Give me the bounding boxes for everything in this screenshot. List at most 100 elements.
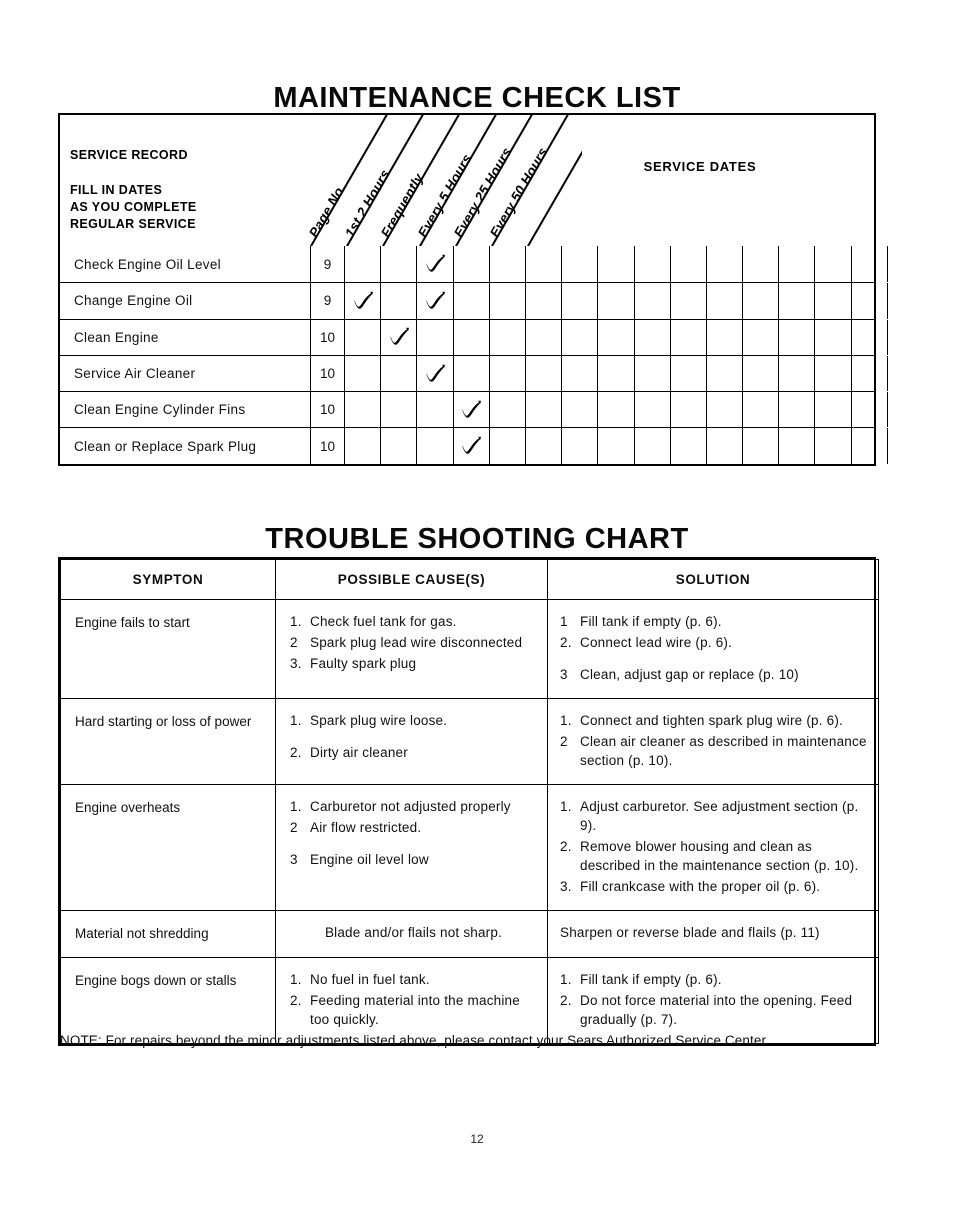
service-date-cell[interactable] xyxy=(814,428,850,464)
service-date-cell[interactable] xyxy=(524,428,561,464)
service-date-cell[interactable] xyxy=(633,246,670,283)
service-date-cell[interactable] xyxy=(886,319,923,355)
service-date-cell[interactable] xyxy=(597,355,633,392)
cause-number: 1. xyxy=(290,799,302,814)
service-date-cell[interactable] xyxy=(561,283,597,319)
schedule-cell[interactable] xyxy=(488,355,525,392)
service-date-cell[interactable] xyxy=(597,428,633,464)
schedule-cell[interactable] xyxy=(344,428,380,464)
service-date-cell[interactable] xyxy=(524,246,561,283)
solution-cell: 1. Fill tank if empty (p. 6). 2. Do not for… xyxy=(547,957,879,1044)
schedule-cell[interactable] xyxy=(380,428,416,464)
service-date-cell[interactable] xyxy=(633,355,670,392)
service-date-cell[interactable] xyxy=(850,392,887,428)
service-date-cell[interactable] xyxy=(705,355,742,392)
service-date-cell[interactable] xyxy=(886,283,923,319)
service-date-cell[interactable] xyxy=(597,392,633,428)
service-date-cell[interactable] xyxy=(778,392,814,428)
service-date-cell[interactable] xyxy=(669,283,706,319)
service-date-cell[interactable] xyxy=(814,319,850,355)
service-date-cell[interactable] xyxy=(742,246,778,283)
service-date-cell[interactable] xyxy=(742,392,778,428)
service-date-cell[interactable] xyxy=(524,283,561,319)
service-date-cell[interactable] xyxy=(633,319,670,355)
service-date-cell[interactable] xyxy=(778,283,814,319)
schedule-cell-checked[interactable] xyxy=(380,319,416,355)
service-date-cell[interactable] xyxy=(886,246,923,283)
schedule-cell-checked[interactable] xyxy=(416,283,452,319)
service-date-cell[interactable] xyxy=(597,283,633,319)
schedule-cell[interactable] xyxy=(344,355,380,392)
service-date-cell[interactable] xyxy=(850,428,887,464)
schedule-cell[interactable] xyxy=(452,319,489,355)
service-date-cell[interactable] xyxy=(742,428,778,464)
service-date-cell[interactable] xyxy=(814,392,850,428)
service-date-cell[interactable] xyxy=(814,355,850,392)
service-date-cell[interactable] xyxy=(886,392,923,428)
service-date-cell[interactable] xyxy=(705,283,742,319)
schedule-cell[interactable] xyxy=(416,428,452,464)
service-date-cell[interactable] xyxy=(524,392,561,428)
service-date-cell[interactable] xyxy=(742,283,778,319)
service-date-cell[interactable] xyxy=(633,428,670,464)
schedule-cell[interactable] xyxy=(452,246,489,283)
service-date-cell[interactable] xyxy=(669,392,706,428)
schedule-cell[interactable] xyxy=(380,355,416,392)
service-date-cell[interactable] xyxy=(742,355,778,392)
schedule-cell[interactable] xyxy=(452,283,489,319)
service-date-cell[interactable] xyxy=(814,283,850,319)
service-date-cell[interactable] xyxy=(633,283,670,319)
schedule-cell[interactable] xyxy=(488,283,525,319)
schedule-cell-checked[interactable] xyxy=(416,246,452,283)
schedule-cell[interactable] xyxy=(380,246,416,283)
schedule-cell[interactable] xyxy=(452,355,489,392)
schedule-cell[interactable] xyxy=(380,283,416,319)
service-date-cell[interactable] xyxy=(669,355,706,392)
schedule-cell[interactable] xyxy=(380,392,416,428)
service-date-cell[interactable] xyxy=(561,355,597,392)
service-date-cell[interactable] xyxy=(705,246,742,283)
service-date-cell[interactable] xyxy=(669,428,706,464)
maintenance-task-label: Check Engine Oil Level xyxy=(74,256,221,272)
service-date-cell[interactable] xyxy=(850,355,887,392)
service-date-cell[interactable] xyxy=(778,428,814,464)
service-date-cell[interactable] xyxy=(524,319,561,355)
schedule-cell-checked[interactable] xyxy=(452,428,489,464)
schedule-cell[interactable] xyxy=(416,319,452,355)
service-date-cell[interactable] xyxy=(561,428,597,464)
service-date-cell[interactable] xyxy=(561,246,597,283)
service-date-cell[interactable] xyxy=(850,319,887,355)
service-date-cell[interactable] xyxy=(705,392,742,428)
service-date-cell[interactable] xyxy=(886,428,923,464)
service-date-cell[interactable] xyxy=(524,355,561,392)
schedule-cell[interactable] xyxy=(488,246,525,283)
service-date-cell[interactable] xyxy=(705,319,742,355)
schedule-cell[interactable] xyxy=(344,246,380,283)
schedule-cell[interactable] xyxy=(344,392,380,428)
service-date-cell[interactable] xyxy=(814,246,850,283)
schedule-cell-checked[interactable] xyxy=(452,392,489,428)
service-date-cell[interactable] xyxy=(778,319,814,355)
schedule-cell[interactable] xyxy=(488,319,525,355)
cause-number: 2. xyxy=(290,745,302,760)
service-date-cell[interactable] xyxy=(850,283,887,319)
schedule-cell-checked[interactable] xyxy=(344,283,380,319)
service-date-cell[interactable] xyxy=(705,428,742,464)
schedule-cell[interactable] xyxy=(488,392,525,428)
service-date-cell[interactable] xyxy=(597,246,633,283)
service-date-cell[interactable] xyxy=(886,355,923,392)
service-date-cell[interactable] xyxy=(742,319,778,355)
service-date-cell[interactable] xyxy=(778,355,814,392)
service-date-cell[interactable] xyxy=(561,319,597,355)
service-date-cell[interactable] xyxy=(778,246,814,283)
service-date-cell[interactable] xyxy=(669,246,706,283)
service-date-cell[interactable] xyxy=(850,246,887,283)
service-date-cell[interactable] xyxy=(597,319,633,355)
service-date-cell[interactable] xyxy=(669,319,706,355)
schedule-cell[interactable] xyxy=(488,428,525,464)
schedule-cell-checked[interactable] xyxy=(416,355,452,392)
schedule-cell[interactable] xyxy=(416,392,452,428)
service-date-cell[interactable] xyxy=(633,392,670,428)
service-date-cell[interactable] xyxy=(561,392,597,428)
schedule-cell[interactable] xyxy=(344,319,380,355)
